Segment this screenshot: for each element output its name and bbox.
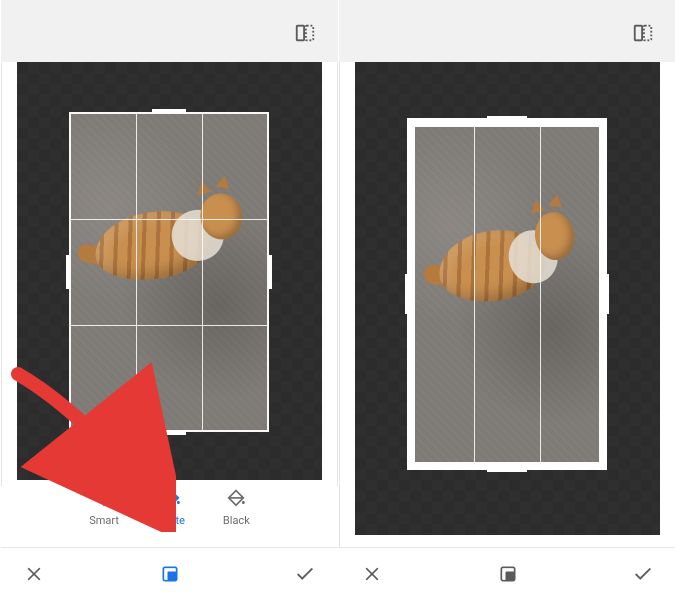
paint-bucket-icon [225, 486, 247, 508]
canvas[interactable] [355, 62, 660, 535]
fill-option-label: Black [223, 514, 250, 527]
cancel-button[interactable] [23, 563, 45, 585]
cancel-button[interactable] [361, 563, 383, 585]
format-crop-button[interactable] [159, 563, 181, 585]
topbar [339, 0, 675, 62]
bottom-bar [339, 547, 675, 599]
phone-left: Smart White Black [1, 0, 338, 599]
crop-handle-right[interactable] [268, 255, 272, 289]
confirm-button[interactable] [294, 563, 316, 585]
crop-handle-bottom[interactable] [487, 467, 527, 472]
comparison-stage: Smart White Black [0, 0, 675, 599]
topbar [1, 0, 338, 62]
paint-bucket-icon [93, 486, 115, 508]
fill-option-white[interactable]: White [157, 486, 185, 548]
fill-option-black[interactable]: Black [223, 486, 250, 548]
crop-frame[interactable] [69, 112, 269, 432]
crop-handle-left[interactable] [66, 255, 70, 289]
crop-handle-right[interactable] [604, 274, 609, 314]
flip-icon[interactable] [632, 22, 654, 44]
crop-handle-bottom[interactable] [152, 431, 186, 435]
canvas[interactable] [17, 62, 322, 480]
phone-right [339, 0, 675, 599]
fill-option-label: White [157, 514, 185, 527]
crop-handle-left[interactable] [405, 274, 410, 314]
confirm-button[interactable] [632, 563, 654, 585]
crop-frame[interactable] [407, 118, 607, 470]
fill-options-row: Smart White Black [1, 486, 338, 548]
fill-option-label: Smart [89, 514, 119, 527]
fill-option-smart[interactable]: Smart [89, 486, 119, 548]
paint-bucket-icon [160, 486, 182, 508]
crop-handle-top[interactable] [487, 116, 527, 121]
bottom-bar [1, 547, 338, 599]
flip-icon[interactable] [294, 22, 316, 44]
crop-handle-top[interactable] [152, 109, 186, 113]
format-crop-button[interactable] [497, 563, 519, 585]
